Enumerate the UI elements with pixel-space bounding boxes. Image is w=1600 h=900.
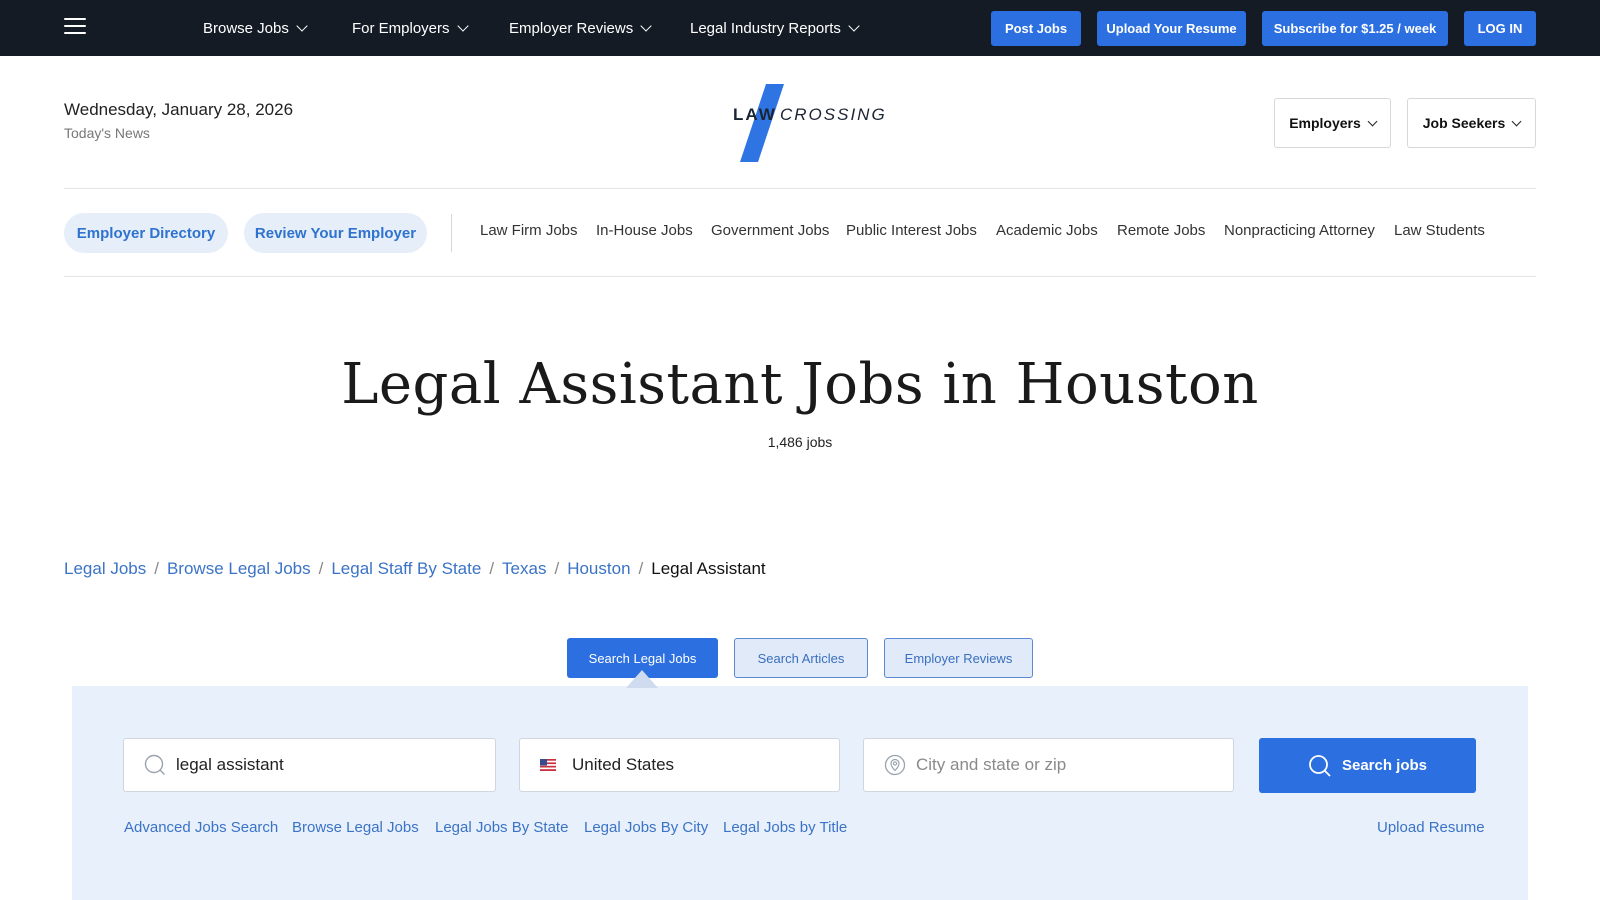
breadcrumb: Legal Jobs / Browse Legal Jobs / Legal Staff…	[64, 559, 766, 579]
legal-jobs-by-state-link[interactable]: Legal Jobs By State	[435, 819, 568, 836]
logo-word-crossing: CROSSING	[780, 105, 887, 124]
divider	[64, 276, 1536, 277]
job-seekers-dropdown[interactable]: Job Seekers	[1407, 98, 1536, 148]
chevron-down-icon	[1367, 116, 1378, 126]
location-field[interactable]	[863, 738, 1234, 792]
search-icon	[144, 754, 165, 775]
breadcrumb-separator: /	[554, 559, 560, 578]
login-button[interactable]: LOG IN	[1464, 11, 1536, 46]
job-count: 1,486 jobs	[767, 434, 833, 450]
government-jobs-link[interactable]: Government Jobs	[711, 222, 829, 239]
remote-jobs-link[interactable]: Remote Jobs	[1117, 222, 1205, 239]
search-panel	[72, 686, 1528, 900]
advanced-jobs-search-link[interactable]: Advanced Jobs Search	[124, 819, 278, 836]
law-firm-jobs-link[interactable]: Law Firm Jobs	[480, 222, 578, 239]
employers-dropdown[interactable]: Employers	[1274, 98, 1391, 148]
breadcrumb-houston[interactable]: Houston	[567, 559, 630, 578]
chevron-down-icon	[1511, 116, 1522, 126]
breadcrumb-legal-staff-by-state[interactable]: Legal Staff By State	[331, 559, 481, 578]
vertical-divider	[451, 214, 452, 252]
nav-label: Browse Jobs	[203, 19, 289, 37]
us-flag-icon	[540, 759, 556, 771]
breadcrumb-separator: /	[489, 559, 495, 578]
country-value: United States	[572, 755, 675, 774]
nav-for-employers[interactable]: For Employers	[352, 0, 469, 56]
top-navbar: Browse Jobs For Employers Employer Revie…	[0, 0, 1600, 56]
chevron-down-icon	[456, 19, 469, 32]
breadcrumb-current: Legal Assistant	[651, 559, 766, 578]
legal-jobs-by-city-link[interactable]: Legal Jobs By City	[584, 819, 708, 836]
law-students-link[interactable]: Law Students	[1394, 222, 1485, 239]
breadcrumb-separator: /	[318, 559, 324, 578]
chevron-down-icon	[296, 19, 308, 32]
keyword-input[interactable]	[176, 755, 495, 775]
nav-label: For Employers	[352, 19, 450, 37]
breadcrumb-separator: /	[638, 559, 644, 578]
review-your-employer-pill[interactable]: Review Your Employer	[244, 213, 427, 253]
search-icon	[1309, 754, 1331, 777]
upload-resume-button[interactable]: Upload Your Resume	[1097, 11, 1246, 46]
employer-directory-pill[interactable]: Employer Directory	[64, 213, 228, 253]
breadcrumb-legal-jobs[interactable]: Legal Jobs	[64, 559, 146, 578]
current-date: Wednesday, January 28, 2026	[64, 100, 294, 119]
employers-label: Employers	[1289, 115, 1361, 131]
search-jobs-button[interactable]: Search jobs	[1259, 738, 1476, 793]
browse-legal-jobs-link[interactable]: Browse Legal Jobs	[292, 819, 419, 836]
active-tab-pointer	[626, 670, 658, 688]
divider	[64, 188, 1536, 189]
breadcrumb-browse-legal-jobs[interactable]: Browse Legal Jobs	[167, 559, 311, 578]
location-pin-icon	[884, 754, 906, 776]
search-jobs-label: Search jobs	[1341, 757, 1428, 774]
nonpracticing-attorney-link[interactable]: Nonpracticing Attorney	[1224, 222, 1375, 239]
nav-employer-reviews[interactable]: Employer Reviews	[509, 0, 652, 56]
todays-news-link[interactable]: Today's News	[64, 125, 150, 141]
location-input[interactable]	[916, 755, 1233, 775]
breadcrumb-separator: /	[154, 559, 159, 578]
nav-legal-industry-reports[interactable]: Legal Industry Reports	[690, 0, 860, 56]
post-jobs-button[interactable]: Post Jobs	[991, 11, 1081, 46]
chevron-down-icon	[848, 19, 860, 32]
nav-browse-jobs[interactable]: Browse Jobs	[203, 0, 308, 56]
chevron-down-icon	[640, 19, 652, 32]
nav-label: Legal Industry Reports	[690, 19, 841, 37]
breadcrumb-texas[interactable]: Texas	[502, 559, 546, 578]
page-title: Legal Assistant Jobs in Houston	[341, 352, 1259, 417]
nav-label: Employer Reviews	[509, 19, 634, 37]
legal-jobs-by-title-link[interactable]: Legal Jobs by Title	[723, 819, 847, 836]
keyword-field[interactable]	[123, 738, 496, 792]
job-seekers-label: Job Seekers	[1422, 115, 1506, 131]
tab-employer-reviews[interactable]: Employer Reviews	[884, 638, 1033, 678]
tab-search-articles[interactable]: Search Articles	[734, 638, 868, 678]
in-house-jobs-link[interactable]: In-House Jobs	[596, 222, 693, 239]
hamburger-menu-icon[interactable]	[64, 18, 86, 36]
upload-resume-link[interactable]: Upload Resume	[1377, 819, 1485, 836]
lawcrossing-logo[interactable]: LAW CROSSING	[728, 80, 885, 164]
subscribe-button[interactable]: Subscribe for $1.25 / week	[1262, 11, 1448, 46]
logo-word-law: LAW	[733, 105, 777, 124]
public-interest-jobs-link[interactable]: Public Interest Jobs	[846, 222, 977, 239]
academic-jobs-link[interactable]: Academic Jobs	[996, 222, 1098, 239]
country-select[interactable]: United States	[519, 738, 840, 792]
